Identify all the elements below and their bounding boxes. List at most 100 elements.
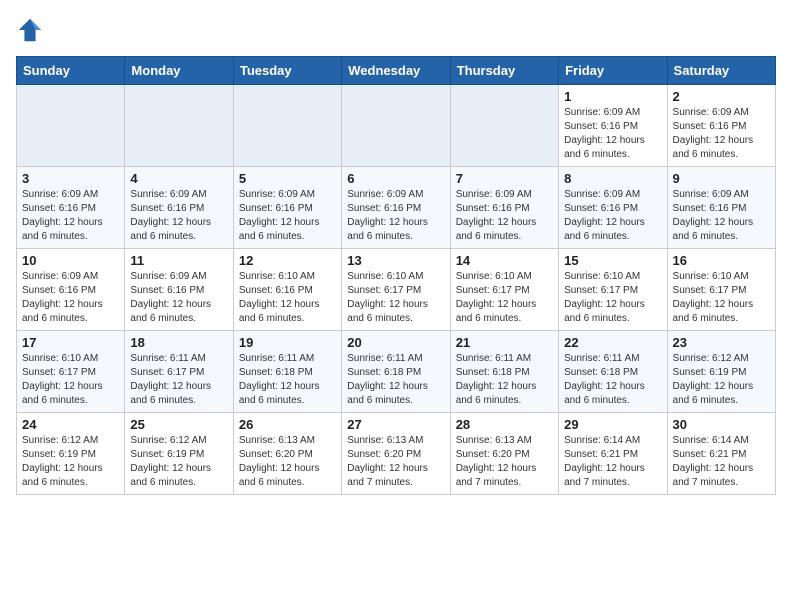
- day-info: Sunrise: 6:09 AM Sunset: 6:16 PM Dayligh…: [22, 270, 119, 326]
- day-number: 17: [22, 335, 119, 350]
- calendar-cell: 28 Sunrise: 6:13 AM Sunset: 6:20 PM Dayli…: [450, 413, 558, 495]
- day-info: Sunrise: 6:12 AM Sunset: 6:19 PM Dayligh…: [673, 352, 770, 408]
- weekday-header-friday: Friday: [559, 57, 667, 85]
- calendar-cell: 29 Sunrise: 6:14 AM Sunset: 6:21 PM Dayli…: [559, 413, 667, 495]
- calendar-cell: 2Sunrise: 6:09 AM Sunset: 6:16 PM Daylig…: [667, 85, 775, 167]
- calendar-cell: 19Sunrise: 6:11 AM Sunset: 6:18 PM Dayli…: [233, 331, 341, 413]
- day-number: 11: [130, 253, 227, 268]
- day-number: 27: [347, 417, 444, 432]
- calendar-cell: [450, 85, 558, 167]
- day-number: 26: [239, 417, 336, 432]
- logo: [16, 16, 48, 44]
- calendar-cell: 12 Sunrise: 6:10 AM Sunset: 6:16 PM Dayli…: [233, 249, 341, 331]
- day-info: Sunrise: 6:11 AM Sunset: 6:18 PM Dayligh…: [347, 352, 444, 408]
- weekday-header-wednesday: Wednesday: [342, 57, 450, 85]
- day-info: Sunrise: 6:14 AM Sunset: 6:21 PM Dayligh…: [673, 434, 770, 490]
- day-info: Sunrise: 6:09 AM Sunset: 6:16 PM Dayligh…: [130, 270, 227, 326]
- day-number: 21: [456, 335, 553, 350]
- day-info: Sunrise: 6:09 AM Sunset: 6:16 PM Dayligh…: [673, 106, 770, 162]
- calendar-cell: [17, 85, 125, 167]
- day-number: 29: [564, 417, 661, 432]
- calendar-cell: 17 Sunrise: 6:10 AM Sunset: 6:17 PM Dayli…: [17, 331, 125, 413]
- calendar-cell: 27 Sunrise: 6:13 AM Sunset: 6:20 PM Dayli…: [342, 413, 450, 495]
- calendar-cell: 16 Sunrise: 6:10 AM Sunset: 6:17 PM Dayli…: [667, 249, 775, 331]
- calendar-cell: [125, 85, 233, 167]
- day-number: 16: [673, 253, 770, 268]
- day-number: 9: [673, 171, 770, 186]
- calendar-header-row: SundayMondayTuesdayWednesdayThursdayFrid…: [17, 57, 776, 85]
- calendar-cell: 5Sunrise: 6:09 AM Sunset: 6:16 PM Daylig…: [233, 167, 341, 249]
- day-number: 15: [564, 253, 661, 268]
- weekday-header-monday: Monday: [125, 57, 233, 85]
- calendar-cell: 26 Sunrise: 6:13 AM Sunset: 6:20 PM Dayli…: [233, 413, 341, 495]
- day-number: 20: [347, 335, 444, 350]
- calendar-cell: 18 Sunrise: 6:11 AM Sunset: 6:17 PM Dayli…: [125, 331, 233, 413]
- calendar-cell: 8 Sunrise: 6:09 AM Sunset: 6:16 PM Daylig…: [559, 167, 667, 249]
- calendar-week-row: 3 Sunrise: 6:09 AM Sunset: 6:16 PM Daylig…: [17, 167, 776, 249]
- day-info: Sunrise: 6:09 AM Sunset: 6:16 PM Dayligh…: [130, 188, 227, 244]
- calendar-cell: 10 Sunrise: 6:09 AM Sunset: 6:16 PM Dayli…: [17, 249, 125, 331]
- day-number: 13: [347, 253, 444, 268]
- day-info: Sunrise: 6:09 AM Sunset: 6:16 PM Dayligh…: [22, 188, 119, 244]
- calendar-cell: [233, 85, 341, 167]
- calendar-week-row: 17 Sunrise: 6:10 AM Sunset: 6:17 PM Dayli…: [17, 331, 776, 413]
- day-number: 18: [130, 335, 227, 350]
- day-number: 1: [564, 89, 661, 104]
- day-info: Sunrise: 6:13 AM Sunset: 6:20 PM Dayligh…: [456, 434, 553, 490]
- day-info: Sunrise: 6:09 AM Sunset: 6:16 PM Dayligh…: [564, 188, 661, 244]
- calendar-week-row: 1 Sunrise: 6:09 AM Sunset: 6:16 PM Daylig…: [17, 85, 776, 167]
- calendar-cell: 24 Sunrise: 6:12 AM Sunset: 6:19 PM Dayli…: [17, 413, 125, 495]
- day-info: Sunrise: 6:14 AM Sunset: 6:21 PM Dayligh…: [564, 434, 661, 490]
- calendar-cell: 14Sunrise: 6:10 AM Sunset: 6:17 PM Dayli…: [450, 249, 558, 331]
- calendar-cell: 25Sunrise: 6:12 AM Sunset: 6:19 PM Dayli…: [125, 413, 233, 495]
- day-number: 3: [22, 171, 119, 186]
- day-info: Sunrise: 6:10 AM Sunset: 6:17 PM Dayligh…: [673, 270, 770, 326]
- weekday-header-saturday: Saturday: [667, 57, 775, 85]
- calendar-cell: 30 Sunrise: 6:14 AM Sunset: 6:21 PM Dayli…: [667, 413, 775, 495]
- day-info: Sunrise: 6:12 AM Sunset: 6:19 PM Dayligh…: [22, 434, 119, 490]
- day-number: 23: [673, 335, 770, 350]
- day-number: 22: [564, 335, 661, 350]
- calendar-cell: 9Sunrise: 6:09 AM Sunset: 6:16 PM Daylig…: [667, 167, 775, 249]
- weekday-header-tuesday: Tuesday: [233, 57, 341, 85]
- calendar-week-row: 24 Sunrise: 6:12 AM Sunset: 6:19 PM Dayli…: [17, 413, 776, 495]
- weekday-header-thursday: Thursday: [450, 57, 558, 85]
- day-info: Sunrise: 6:09 AM Sunset: 6:16 PM Dayligh…: [347, 188, 444, 244]
- day-info: Sunrise: 6:10 AM Sunset: 6:17 PM Dayligh…: [22, 352, 119, 408]
- page-header: [16, 16, 776, 44]
- calendar-cell: 15 Sunrise: 6:10 AM Sunset: 6:17 PM Dayli…: [559, 249, 667, 331]
- day-info: Sunrise: 6:10 AM Sunset: 6:16 PM Dayligh…: [239, 270, 336, 326]
- day-info: Sunrise: 6:13 AM Sunset: 6:20 PM Dayligh…: [347, 434, 444, 490]
- day-number: 8: [564, 171, 661, 186]
- day-info: Sunrise: 6:10 AM Sunset: 6:17 PM Dayligh…: [456, 270, 553, 326]
- calendar-week-row: 10 Sunrise: 6:09 AM Sunset: 6:16 PM Dayli…: [17, 249, 776, 331]
- day-info: Sunrise: 6:11 AM Sunset: 6:18 PM Dayligh…: [239, 352, 336, 408]
- calendar-table: SundayMondayTuesdayWednesdayThursdayFrid…: [16, 56, 776, 495]
- day-info: Sunrise: 6:11 AM Sunset: 6:18 PM Dayligh…: [564, 352, 661, 408]
- day-info: Sunrise: 6:11 AM Sunset: 6:18 PM Dayligh…: [456, 352, 553, 408]
- calendar-cell: 13 Sunrise: 6:10 AM Sunset: 6:17 PM Dayli…: [342, 249, 450, 331]
- calendar-cell: 20 Sunrise: 6:11 AM Sunset: 6:18 PM Dayli…: [342, 331, 450, 413]
- calendar-cell: 4Sunrise: 6:09 AM Sunset: 6:16 PM Daylig…: [125, 167, 233, 249]
- calendar-cell: 11 Sunrise: 6:09 AM Sunset: 6:16 PM Dayli…: [125, 249, 233, 331]
- calendar-cell: 22 Sunrise: 6:11 AM Sunset: 6:18 PM Dayli…: [559, 331, 667, 413]
- day-info: Sunrise: 6:13 AM Sunset: 6:20 PM Dayligh…: [239, 434, 336, 490]
- logo-icon: [16, 16, 44, 44]
- calendar-cell: [342, 85, 450, 167]
- day-info: Sunrise: 6:09 AM Sunset: 6:16 PM Dayligh…: [564, 106, 661, 162]
- day-info: Sunrise: 6:10 AM Sunset: 6:17 PM Dayligh…: [347, 270, 444, 326]
- day-number: 24: [22, 417, 119, 432]
- calendar-cell: 21 Sunrise: 6:11 AM Sunset: 6:18 PM Dayli…: [450, 331, 558, 413]
- day-number: 12: [239, 253, 336, 268]
- day-info: Sunrise: 6:12 AM Sunset: 6:19 PM Dayligh…: [130, 434, 227, 490]
- calendar-cell: 23 Sunrise: 6:12 AM Sunset: 6:19 PM Dayli…: [667, 331, 775, 413]
- calendar-cell: 7Sunrise: 6:09 AM Sunset: 6:16 PM Daylig…: [450, 167, 558, 249]
- day-info: Sunrise: 6:10 AM Sunset: 6:17 PM Dayligh…: [564, 270, 661, 326]
- day-number: 28: [456, 417, 553, 432]
- day-number: 30: [673, 417, 770, 432]
- day-number: 10: [22, 253, 119, 268]
- day-info: Sunrise: 6:09 AM Sunset: 6:16 PM Dayligh…: [239, 188, 336, 244]
- calendar-cell: 3 Sunrise: 6:09 AM Sunset: 6:16 PM Daylig…: [17, 167, 125, 249]
- day-info: Sunrise: 6:11 AM Sunset: 6:17 PM Dayligh…: [130, 352, 227, 408]
- calendar-cell: 6Sunrise: 6:09 AM Sunset: 6:16 PM Daylig…: [342, 167, 450, 249]
